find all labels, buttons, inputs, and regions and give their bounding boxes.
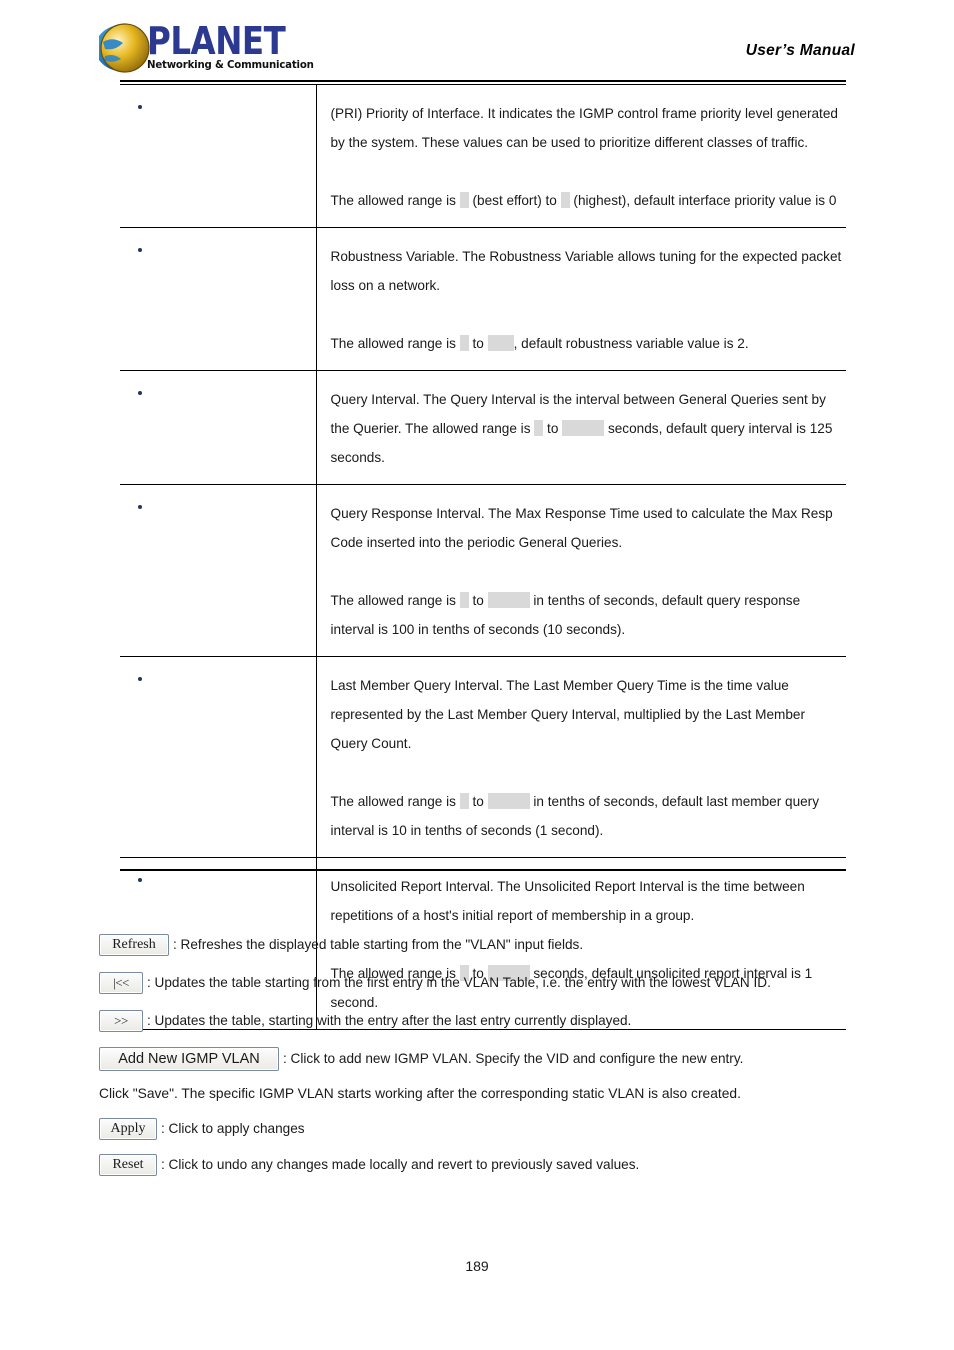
button-legend-list: Refresh : Refreshes the displayed table … [99, 930, 879, 1186]
table-bottom-rule [120, 869, 846, 871]
bullet-icon [138, 677, 142, 681]
description-paragraph: Query Interval. The Query Interval is th… [331, 385, 843, 472]
page-number: 189 [465, 1258, 489, 1274]
parameter-description-cell: Last Member Query Interval. The Last Mem… [316, 657, 846, 858]
redacted-value-placeholder [560, 192, 570, 209]
refresh-button-description: : Refreshes the displayed table starting… [173, 937, 584, 952]
parameter-description-cell: (PRI) Priority of Interface. It indicate… [316, 85, 846, 228]
description-text: Query Response Interval. The Max Respons… [330, 506, 833, 550]
bullet-icon [138, 878, 142, 882]
description-paragraph: Robustness Variable. The Robustness Vari… [331, 242, 843, 300]
table-row: Robustness Variable. The Robustness Vari… [120, 227, 846, 371]
parameter-name-cell [120, 370, 317, 485]
logo-wordmark: PLANET Networking & Communication [147, 19, 319, 72]
parameter-description-cell: Robustness Variable. The Robustness Vari… [316, 228, 846, 371]
parameter-description-cell: Query Response Interval. The Max Respons… [316, 485, 846, 657]
parameter-name-cell [120, 227, 317, 371]
redacted-value-placeholder [562, 420, 605, 437]
igmp-parameter-table: (PRI) Priority of Interface. It indicate… [120, 84, 846, 1030]
description-text: to [468, 336, 488, 351]
redacted-value-placeholder [487, 793, 530, 810]
parameter-description-cell: Query Interval. The Query Interval is th… [316, 371, 846, 485]
bullet-icon [138, 391, 142, 395]
next-page-button[interactable]: >> [99, 1010, 143, 1032]
next-page-button-row: >> : Updates the table, starting with th… [99, 1006, 879, 1036]
description-text: The allowed range is [330, 193, 460, 208]
description-paragraph: Unsolicited Report Interval. The Unsolic… [331, 872, 843, 930]
description-text: The allowed range is [330, 794, 460, 809]
save-note-paragraph: Click "Save". The specific IGMP VLAN sta… [99, 1086, 741, 1101]
description-text: (PRI) Priority of Interface. It indicate… [330, 106, 838, 150]
apply-button[interactable]: Apply [99, 1118, 157, 1140]
document-page: PLANET Networking & Communication User’s… [0, 0, 954, 1350]
logo-tagline-text: Networking & Communication [147, 59, 314, 71]
table-row: (PRI) Priority of Interface. It indicate… [120, 84, 846, 228]
bullet-icon [138, 505, 142, 509]
reset-button-row: Reset : Click to undo any changes made l… [99, 1150, 879, 1180]
add-new-igmp-vlan-button-description: : Click to add new IGMP VLAN. Specify th… [283, 1051, 744, 1066]
description-paragraph: The allowed range is to in tenths of sec… [331, 787, 843, 845]
table-row: Query Response Interval. The Max Respons… [120, 484, 846, 657]
next-page-button-description: : Updates the table, starting with the e… [147, 1013, 632, 1028]
description-paragraph: The allowed range is to , default robust… [331, 329, 843, 358]
reset-button[interactable]: Reset [99, 1154, 157, 1176]
description-text: The allowed range is [330, 336, 460, 351]
page-header: PLANET Networking & Communication User’s… [0, 0, 954, 86]
table-top-rule [120, 80, 846, 82]
first-page-button-row: |<< : Updates the table starting from th… [99, 968, 879, 998]
parameter-name-cell [120, 484, 317, 657]
manual-title: User’s Manual [745, 42, 855, 59]
description-text: Robustness Variable. The Robustness Vari… [330, 249, 842, 293]
bullet-icon [138, 105, 142, 109]
redacted-value-placeholder [459, 335, 469, 352]
table-body: (PRI) Priority of Interface. It indicate… [120, 84, 846, 1030]
description-paragraph: The allowed range is to in tenths of sec… [331, 586, 843, 644]
parameter-name-cell [120, 656, 317, 858]
redacted-value-placeholder [459, 192, 469, 209]
description-text: Unsolicited Report Interval. The Unsolic… [330, 879, 805, 923]
redacted-value-placeholder [459, 592, 469, 609]
description-paragraph: Last Member Query Interval. The Last Mem… [331, 671, 843, 758]
description-text: to [543, 421, 563, 436]
globe-logo-icon [99, 23, 150, 73]
reset-button-description: : Click to undo any changes made locally… [161, 1157, 640, 1172]
description-text: to [468, 794, 488, 809]
redacted-value-placeholder [534, 420, 544, 437]
redacted-value-placeholder [487, 592, 530, 609]
description-text: The allowed range is [330, 593, 460, 608]
add-new-igmp-vlan-button[interactable]: Add New IGMP VLAN [99, 1047, 279, 1071]
refresh-button-row: Refresh : Refreshes the displayed table … [99, 930, 879, 960]
description-paragraph: (PRI) Priority of Interface. It indicate… [331, 99, 843, 157]
planet-logo: PLANET Networking & Communication [99, 22, 319, 74]
parameter-name-cell [120, 84, 317, 228]
redacted-value-placeholder [487, 335, 514, 352]
first-page-button[interactable]: |<< [99, 972, 143, 994]
description-text: to [468, 593, 488, 608]
logo-planet-text: PLANET [147, 19, 286, 63]
redacted-value-placeholder [459, 793, 469, 810]
first-page-button-description: : Updates the table starting from the fi… [147, 975, 771, 990]
apply-button-description: : Click to apply changes [161, 1121, 305, 1136]
description-text: , default robustness variable value is 2… [513, 336, 749, 351]
apply-button-row: Apply : Click to apply changes [99, 1114, 879, 1144]
description-text: (highest), default interface priority va… [569, 193, 837, 208]
description-paragraph: The allowed range is (best effort) to (h… [331, 186, 843, 215]
table-row: Query Interval. The Query Interval is th… [120, 370, 846, 485]
description-paragraph: Query Response Interval. The Max Respons… [331, 499, 843, 557]
add-new-igmp-vlan-button-row: Add New IGMP VLAN : Click to add new IGM… [99, 1044, 879, 1074]
bullet-icon [138, 248, 142, 252]
description-text: (best effort) to [468, 193, 561, 208]
table-row: Last Member Query Interval. The Last Mem… [120, 656, 846, 858]
refresh-button[interactable]: Refresh [99, 934, 169, 956]
description-text: Last Member Query Interval. The Last Mem… [330, 678, 806, 751]
